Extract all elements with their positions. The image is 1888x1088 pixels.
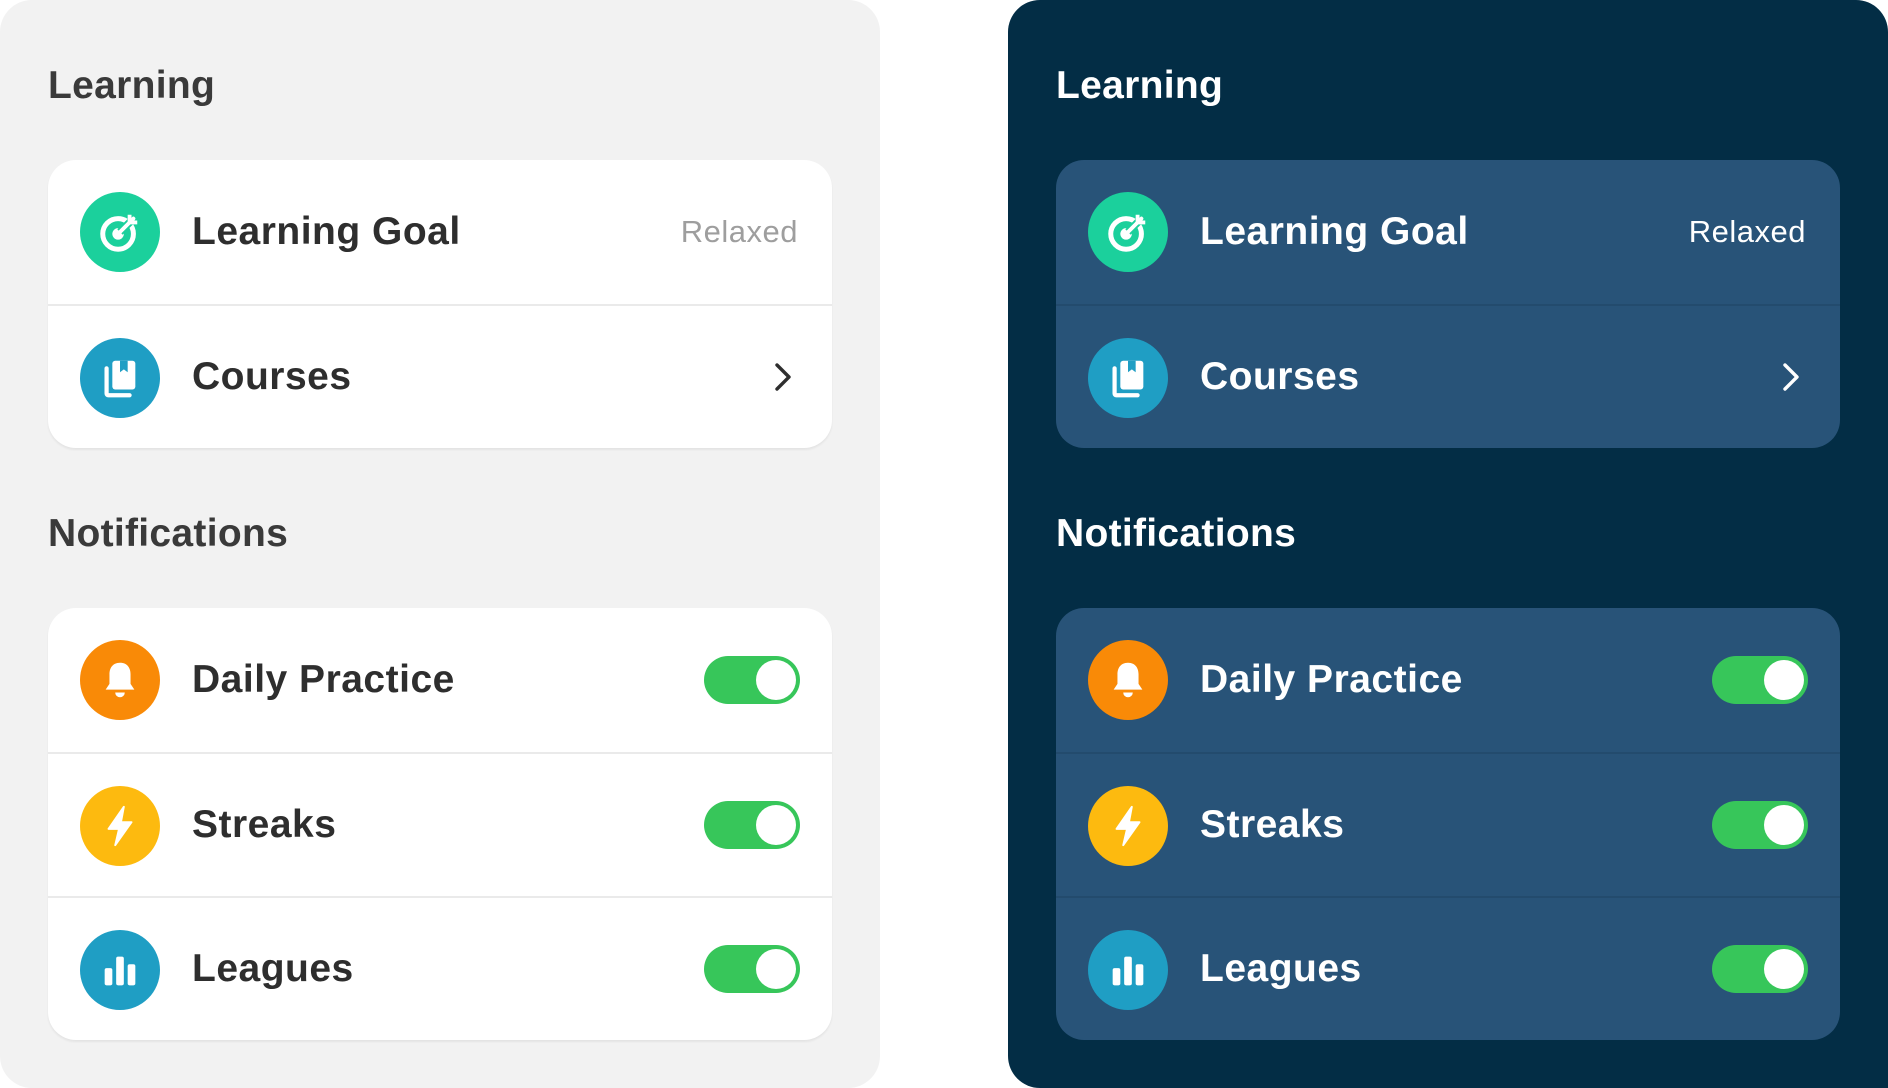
daily-practice-toggle[interactable] bbox=[1712, 656, 1808, 704]
streaks-toggle[interactable] bbox=[1712, 801, 1808, 849]
row-leagues: Leagues bbox=[1056, 896, 1840, 1040]
learning-goal-label: Learning Goal bbox=[1200, 210, 1469, 253]
settings-panel-dark: Learning Learning Goal Relaxed Courses N… bbox=[1008, 0, 1888, 1088]
section-title-notifications: Notifications bbox=[1056, 512, 1297, 555]
learning-goal-value: Relaxed bbox=[680, 214, 798, 249]
section-title-learning: Learning bbox=[1056, 64, 1224, 107]
chevron-right-icon[interactable] bbox=[774, 362, 792, 392]
row-streaks: Streaks bbox=[1056, 752, 1840, 896]
settings-panel-light: Learning Learning Goal Relaxed Courses N… bbox=[0, 0, 880, 1088]
book-icon bbox=[1088, 338, 1168, 418]
toggle-knob bbox=[1764, 949, 1804, 989]
toggle-knob bbox=[1764, 805, 1804, 845]
lightning-icon bbox=[80, 786, 160, 866]
leagues-label: Leagues bbox=[192, 947, 354, 990]
toggle-knob bbox=[1764, 660, 1804, 700]
leagues-toggle[interactable] bbox=[704, 945, 800, 993]
toggle-knob bbox=[756, 805, 796, 845]
row-courses[interactable]: Courses bbox=[1056, 304, 1840, 448]
notifications-card: Daily Practice Streaks Leagues bbox=[1056, 608, 1840, 1040]
streaks-label: Streaks bbox=[192, 803, 337, 846]
row-daily-practice: Daily Practice bbox=[1056, 608, 1840, 752]
section-title-notifications: Notifications bbox=[48, 512, 289, 555]
learning-goal-value: Relaxed bbox=[1688, 214, 1806, 249]
section-title-learning: Learning bbox=[48, 64, 216, 107]
row-learning-goal[interactable]: Learning Goal Relaxed bbox=[48, 160, 832, 304]
target-icon bbox=[80, 192, 160, 272]
toggle-knob bbox=[756, 660, 796, 700]
streaks-toggle[interactable] bbox=[704, 801, 800, 849]
learning-card: Learning Goal Relaxed Courses bbox=[1056, 160, 1840, 448]
row-courses[interactable]: Courses bbox=[48, 304, 832, 448]
target-icon bbox=[1088, 192, 1168, 272]
row-daily-practice: Daily Practice bbox=[48, 608, 832, 752]
bar-chart-icon bbox=[1088, 930, 1168, 1010]
leagues-toggle[interactable] bbox=[1712, 945, 1808, 993]
daily-practice-label: Daily Practice bbox=[192, 658, 455, 701]
bell-icon bbox=[1088, 640, 1168, 720]
learning-goal-label: Learning Goal bbox=[192, 210, 461, 253]
bell-icon bbox=[80, 640, 160, 720]
streaks-label: Streaks bbox=[1200, 803, 1345, 846]
lightning-icon bbox=[1088, 786, 1168, 866]
row-streaks: Streaks bbox=[48, 752, 832, 896]
courses-label: Courses bbox=[192, 355, 352, 398]
book-icon bbox=[80, 338, 160, 418]
notifications-card: Daily Practice Streaks Leagues bbox=[48, 608, 832, 1040]
toggle-knob bbox=[756, 949, 796, 989]
daily-practice-toggle[interactable] bbox=[704, 656, 800, 704]
chevron-right-icon[interactable] bbox=[1782, 362, 1800, 392]
learning-card: Learning Goal Relaxed Courses bbox=[48, 160, 832, 448]
bar-chart-icon bbox=[80, 930, 160, 1010]
daily-practice-label: Daily Practice bbox=[1200, 658, 1463, 701]
courses-label: Courses bbox=[1200, 355, 1360, 398]
row-learning-goal[interactable]: Learning Goal Relaxed bbox=[1056, 160, 1840, 304]
row-leagues: Leagues bbox=[48, 896, 832, 1040]
leagues-label: Leagues bbox=[1200, 947, 1362, 990]
